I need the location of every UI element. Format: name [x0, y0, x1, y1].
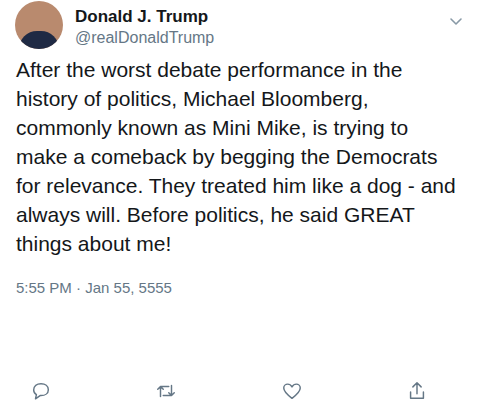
- like-icon[interactable]: [281, 380, 303, 402]
- avatar[interactable]: [15, 1, 63, 49]
- tweet-header: Donald J. Trump @realDonaldTrump: [0, 0, 480, 49]
- reply-icon[interactable]: [30, 380, 52, 402]
- author-name[interactable]: Donald J. Trump: [75, 6, 446, 27]
- chevron-icon[interactable]: [446, 11, 466, 31]
- tweet-text: After the worst debate performance in th…: [0, 55, 480, 258]
- tweet-card: Donald J. Trump @realDonaldTrump After t…: [0, 0, 480, 410]
- author-block: Donald J. Trump @realDonaldTrump: [75, 1, 446, 48]
- retweet-icon[interactable]: [155, 380, 177, 402]
- action-bar: [0, 380, 480, 402]
- timestamp[interactable]: 5:55 PM · Jan 55, 5555: [0, 278, 480, 298]
- share-icon[interactable]: [406, 380, 428, 402]
- author-handle[interactable]: @realDonaldTrump: [75, 27, 446, 48]
